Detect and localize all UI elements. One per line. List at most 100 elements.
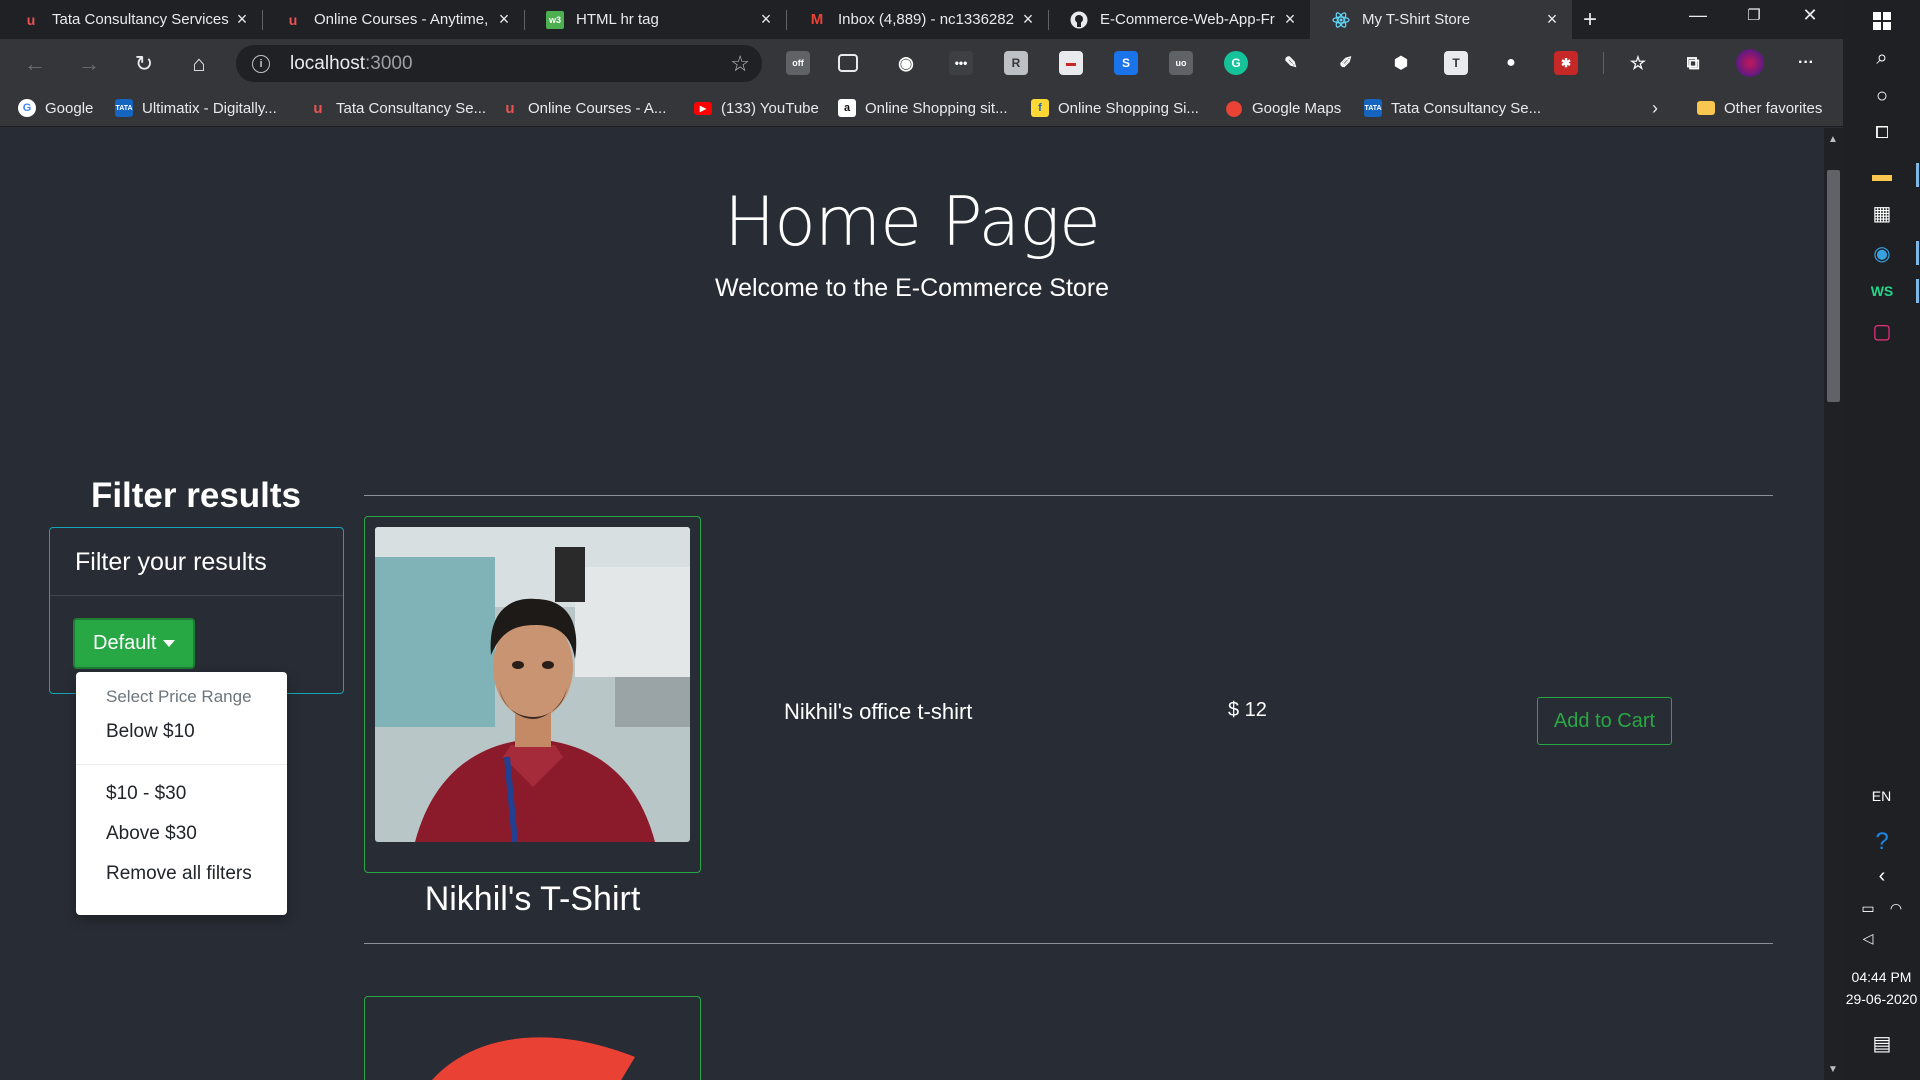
dropdown-label: Default — [93, 632, 157, 654]
youtube-icon: ▶ — [694, 101, 712, 115]
bookmark-ultimatix[interactable]: TATA Ultimatix - Digitally... — [115, 97, 277, 119]
address-bar[interactable]: i localhost:3000 ☆ — [236, 45, 762, 82]
product-description: Nikhil's office t-shirt — [784, 699, 973, 724]
tab-gmail[interactable]: M Inbox (4,889) - nc1336282 × — [786, 0, 1048, 39]
restore-button[interactable]: ❐ — [1726, 0, 1782, 30]
file-explorer-icon[interactable]: ▬ — [1869, 162, 1895, 188]
price-filter-dropdown[interactable]: Default — [73, 618, 196, 669]
scrollbar-thumb[interactable] — [1827, 170, 1840, 402]
tab-tcs[interactable]: u Tata Consultancy Services E × — [0, 0, 262, 39]
tab-html-hr[interactable]: w3 HTML hr tag × — [524, 0, 786, 39]
scroll-down-icon[interactable]: ▼ — [1828, 1064, 1838, 1075]
close-icon[interactable]: × — [1540, 8, 1564, 32]
close-window-button[interactable]: ✕ — [1782, 0, 1838, 30]
ext-t-icon[interactable]: T — [1444, 51, 1468, 75]
filter-card-title: Filter your results — [50, 528, 343, 596]
ext-card-icon[interactable]: ▬ — [1059, 51, 1083, 75]
filter-card: Filter your results Default — [49, 527, 344, 694]
ext-ublock-icon[interactable]: uo — [1169, 51, 1193, 75]
ext-mouse-icon[interactable]: ● — [1499, 51, 1523, 75]
bookmark-flipkart[interactable]: f Online Shopping Si... — [1031, 97, 1199, 119]
bookmark-online-courses[interactable]: u Online Courses - A... — [501, 97, 666, 119]
battery-icon[interactable]: ▭ — [1855, 895, 1881, 921]
calculator-icon[interactable]: ▦ — [1869, 200, 1895, 226]
home-button[interactable]: ⌂ — [182, 47, 216, 81]
page-subtitle: Welcome to the E-Commerce Store — [714, 274, 1110, 302]
bookmarks-overflow-chevron-icon[interactable]: › — [1652, 97, 1658, 119]
ext-pen-icon[interactable]: ✐ — [1334, 51, 1358, 75]
back-button[interactable]: ← — [18, 47, 52, 81]
bookmark-youtube[interactable]: ▶ (133) YouTube — [694, 97, 819, 119]
ext-window-icon[interactable] — [838, 54, 858, 72]
wifi-icon[interactable]: ◠ — [1883, 895, 1909, 921]
new-tab-button[interactable]: + — [1576, 6, 1604, 34]
minimize-button[interactable]: — — [1670, 0, 1726, 30]
ext-dots-icon[interactable]: ••• — [949, 51, 973, 75]
ext-off-icon[interactable]: off — [786, 51, 810, 75]
menu-item-above-30[interactable]: Above $30 — [76, 816, 287, 856]
gmail-icon: M — [810, 11, 824, 28]
close-icon[interactable]: × — [1278, 8, 1302, 32]
forward-button[interactable]: → — [72, 47, 106, 81]
edge-browser-icon[interactable]: ◉ — [1869, 240, 1895, 266]
ext-s-icon[interactable]: S — [1114, 51, 1138, 75]
star-icon[interactable]: ☆ — [730, 51, 750, 77]
task-view-icon[interactable]: ⧠ — [1869, 120, 1895, 146]
bookmark-amazon[interactable]: a Online Shopping sit... — [838, 97, 1008, 119]
ext-brush-icon[interactable]: ✎ — [1279, 51, 1303, 75]
menu-item-10-30[interactable]: $10 - $30 — [76, 776, 287, 816]
bookmark-label: Google — [45, 99, 94, 117]
collections-icon[interactable]: ⧉ — [1681, 51, 1705, 75]
language-indicator[interactable]: EN — [1843, 788, 1920, 804]
clock-date[interactable]: 29-06-2020 — [1843, 991, 1920, 1007]
clock-time[interactable]: 04:44 PM — [1843, 969, 1920, 985]
search-icon[interactable]: ⌕ — [1869, 45, 1895, 71]
menu-item-remove-filters[interactable]: Remove all filters — [76, 856, 287, 896]
google-icon: G — [18, 99, 36, 117]
scroll-up-icon[interactable]: ▲ — [1828, 134, 1838, 145]
github-icon — [1070, 11, 1088, 29]
volume-icon[interactable]: ◁ — [1855, 925, 1881, 951]
help-icon[interactable]: ? — [1869, 828, 1895, 855]
bookmark-label: Tata Consultancy Se... — [336, 99, 487, 117]
page-scrollbar[interactable]: ▲ ▼ — [1824, 128, 1843, 1080]
bookmark-google-maps[interactable]: ⬤ Google Maps — [1225, 97, 1342, 119]
add-to-cart-button[interactable]: Add to Cart — [1537, 697, 1672, 745]
url-port: :3000 — [365, 52, 413, 74]
bookmark-label: Online Courses - A... — [528, 99, 667, 117]
bookmark-label: (133) YouTube — [721, 99, 819, 117]
profile-avatar[interactable] — [1736, 49, 1764, 77]
favorites-icon[interactable]: ☆ — [1626, 51, 1650, 75]
udemy-icon: u — [313, 99, 323, 117]
menu-item-below-10[interactable]: Below $10 — [76, 714, 287, 754]
active-indicator — [1916, 163, 1919, 187]
bookmark-other-favorites[interactable]: Other favorites — [1697, 97, 1822, 119]
close-icon[interactable]: × — [492, 8, 516, 32]
more-menu-icon[interactable]: ··· — [1794, 51, 1818, 75]
bookmark-tcs-2[interactable]: TATA Tata Consultancy Se... — [1364, 97, 1541, 119]
close-icon[interactable]: × — [230, 8, 254, 32]
ext-cube-icon[interactable]: ⬢ — [1389, 51, 1413, 75]
webstorm-icon[interactable]: WS — [1869, 278, 1895, 304]
bookmark-tcs[interactable]: u Tata Consultancy Se... — [309, 97, 486, 119]
ext-r-icon[interactable]: R — [1004, 51, 1028, 75]
bookmark-label: Tata Consultancy Se... — [1391, 99, 1542, 117]
close-icon[interactable]: × — [1016, 8, 1040, 32]
tab-title: HTML hr tag — [576, 11, 659, 28]
bookmark-google[interactable]: G Google — [18, 97, 93, 119]
chevron-left-icon[interactable]: ‹ — [1869, 863, 1895, 889]
tab-github[interactable]: E-Commerce-Web-App-Fr × — [1048, 0, 1310, 39]
ext-bug-icon[interactable]: ✱ — [1554, 51, 1578, 75]
grammarly-icon[interactable]: G — [1224, 51, 1248, 75]
notifications-icon[interactable]: ▤ — [1869, 1030, 1895, 1056]
cortana-icon[interactable]: ○ — [1869, 83, 1895, 109]
terminal-icon[interactable]: ▢ — [1869, 318, 1895, 344]
ext-camera-icon[interactable]: ◉ — [894, 51, 918, 75]
windows-start-icon[interactable] — [1869, 8, 1895, 34]
bookmark-label: Ultimatix - Digitally... — [142, 99, 277, 117]
close-icon[interactable]: × — [754, 8, 778, 32]
info-icon[interactable]: i — [252, 54, 270, 73]
reload-button[interactable]: ↻ — [127, 47, 161, 81]
tab-my-tshirt-store[interactable]: My T-Shirt Store × — [1310, 0, 1572, 39]
tab-online-courses[interactable]: u Online Courses - Anytime, × — [262, 0, 524, 39]
